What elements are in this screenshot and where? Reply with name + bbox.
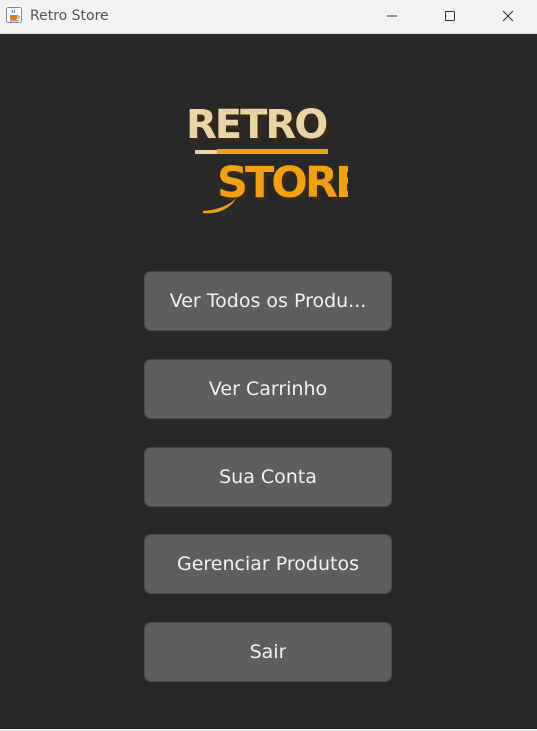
manage-products-button[interactable]: Gerenciar Produtos (144, 534, 392, 594)
your-account-button[interactable]: Sua Conta (144, 447, 392, 507)
minimize-icon (386, 7, 398, 26)
your-account-label: Sua Conta (219, 466, 317, 488)
java-coffee-icon (6, 7, 22, 23)
maximize-button[interactable] (421, 0, 479, 33)
view-all-products-button[interactable]: Ver Todos os Produ... (144, 271, 392, 331)
retro-store-logo: RETRO RETRO STORE STORE (183, 101, 368, 221)
window-title: Retro Store (30, 8, 109, 24)
logo-store-text: STORE (217, 158, 348, 208)
title-bar[interactable]: Retro Store (0, 0, 537, 34)
view-all-products-label: Ver Todos os Produ... (169, 290, 367, 312)
logo-retro-text: RETRO (186, 102, 326, 148)
app-window: Retro Store RETRO RETRO STORE (0, 0, 537, 731)
exit-label: Sair (249, 641, 287, 663)
close-button[interactable] (479, 0, 537, 33)
exit-button[interactable]: Sair (144, 622, 392, 682)
view-cart-button[interactable]: Ver Carrinho (144, 359, 392, 419)
close-icon (502, 7, 514, 26)
view-cart-label: Ver Carrinho (208, 378, 328, 400)
manage-products-label: Gerenciar Produtos (177, 553, 359, 575)
maximize-icon (444, 7, 456, 26)
logo-stripe-orange (217, 149, 328, 154)
minimize-button[interactable] (363, 0, 421, 33)
